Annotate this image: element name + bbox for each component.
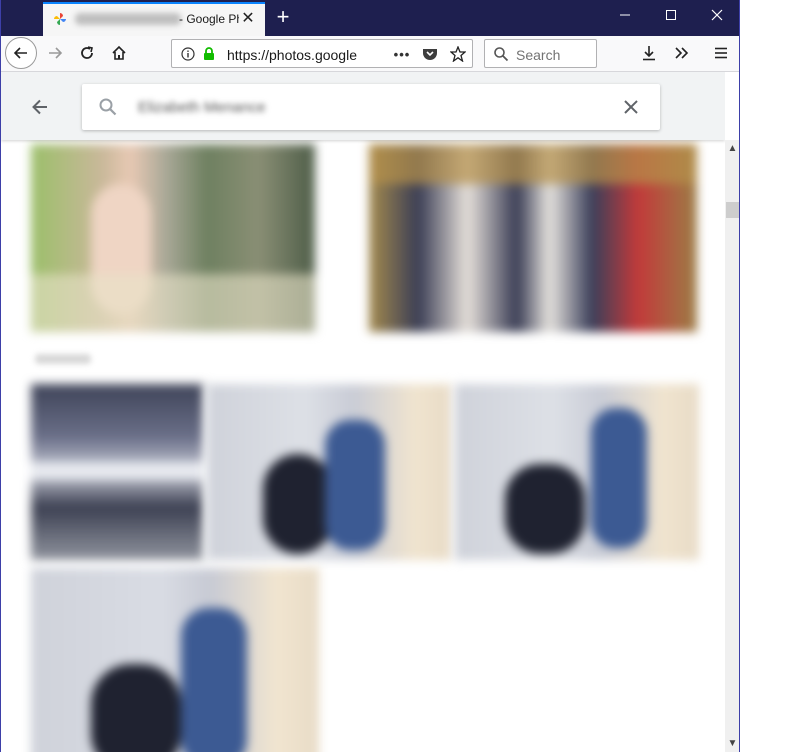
- search-icon: [99, 98, 117, 116]
- home-icon[interactable]: [105, 39, 133, 67]
- pocket-icon[interactable]: [420, 44, 440, 64]
- photo-tile-6[interactable]: [31, 568, 319, 752]
- arrow-back-icon[interactable]: [27, 94, 53, 120]
- scrollbar-thumb[interactable]: [726, 202, 739, 218]
- search-placeholder: Search: [516, 47, 561, 63]
- tab-title-blurred: [75, 13, 181, 25]
- search-field[interactable]: Search: [484, 39, 597, 68]
- info-icon[interactable]: [178, 44, 198, 64]
- menu-icon[interactable]: [707, 39, 735, 67]
- new-tab-plus-icon[interactable]: +: [271, 5, 295, 29]
- overflow-chevrons-icon[interactable]: [668, 39, 696, 67]
- photos-search-box[interactable]: Elizabeth Menance: [82, 84, 660, 130]
- forward-icon[interactable]: [41, 39, 69, 67]
- navigation-toolbar: https://photos.google ••• Search: [1, 36, 739, 72]
- search-icon: [494, 47, 509, 62]
- browser-tab[interactable]: - Google Ph ✕: [43, 2, 265, 36]
- tab-strip: - Google Ph ✕ +: [1, 0, 739, 36]
- maximize-icon[interactable]: [659, 6, 683, 28]
- date-label-blurred: [35, 354, 91, 364]
- tab-close-icon[interactable]: ✕: [239, 10, 257, 28]
- more-icon[interactable]: •••: [392, 44, 412, 64]
- back-icon[interactable]: [5, 37, 37, 69]
- url-text: https://photos.google: [227, 47, 357, 63]
- clear-x-icon[interactable]: [620, 96, 642, 118]
- google-photos-icon: [54, 13, 66, 25]
- photo-tile-3[interactable]: [31, 384, 203, 560]
- url-bar[interactable]: https://photos.google •••: [171, 39, 473, 68]
- photo-tile-2[interactable]: [369, 144, 697, 332]
- download-icon[interactable]: [635, 39, 663, 67]
- minimize-icon[interactable]: [613, 6, 637, 28]
- tab-title: - Google Ph: [179, 12, 239, 26]
- lock-icon[interactable]: [199, 44, 219, 64]
- scroll-down-arrow-icon[interactable]: ▼: [725, 735, 739, 752]
- bookmark-star-icon[interactable]: [448, 44, 468, 64]
- scroll-up-arrow-icon[interactable]: ▲: [725, 140, 739, 157]
- photos-search-query: Elizabeth Menance: [138, 99, 266, 116]
- photo-tile-5[interactable]: [455, 384, 699, 560]
- photo-tile-4[interactable]: [207, 384, 451, 560]
- photo-tile-1[interactable]: [31, 144, 315, 332]
- window-close-icon[interactable]: [705, 6, 729, 28]
- photos-search-header: Elizabeth Menance: [1, 72, 725, 140]
- reload-icon[interactable]: [73, 39, 101, 67]
- browser-window: - Google Ph ✕ + https://photos.google ••…: [0, 0, 740, 752]
- photos-page: Elizabeth Menance: [1, 72, 725, 752]
- vertical-scrollbar[interactable]: ▲ ▼: [725, 140, 739, 752]
